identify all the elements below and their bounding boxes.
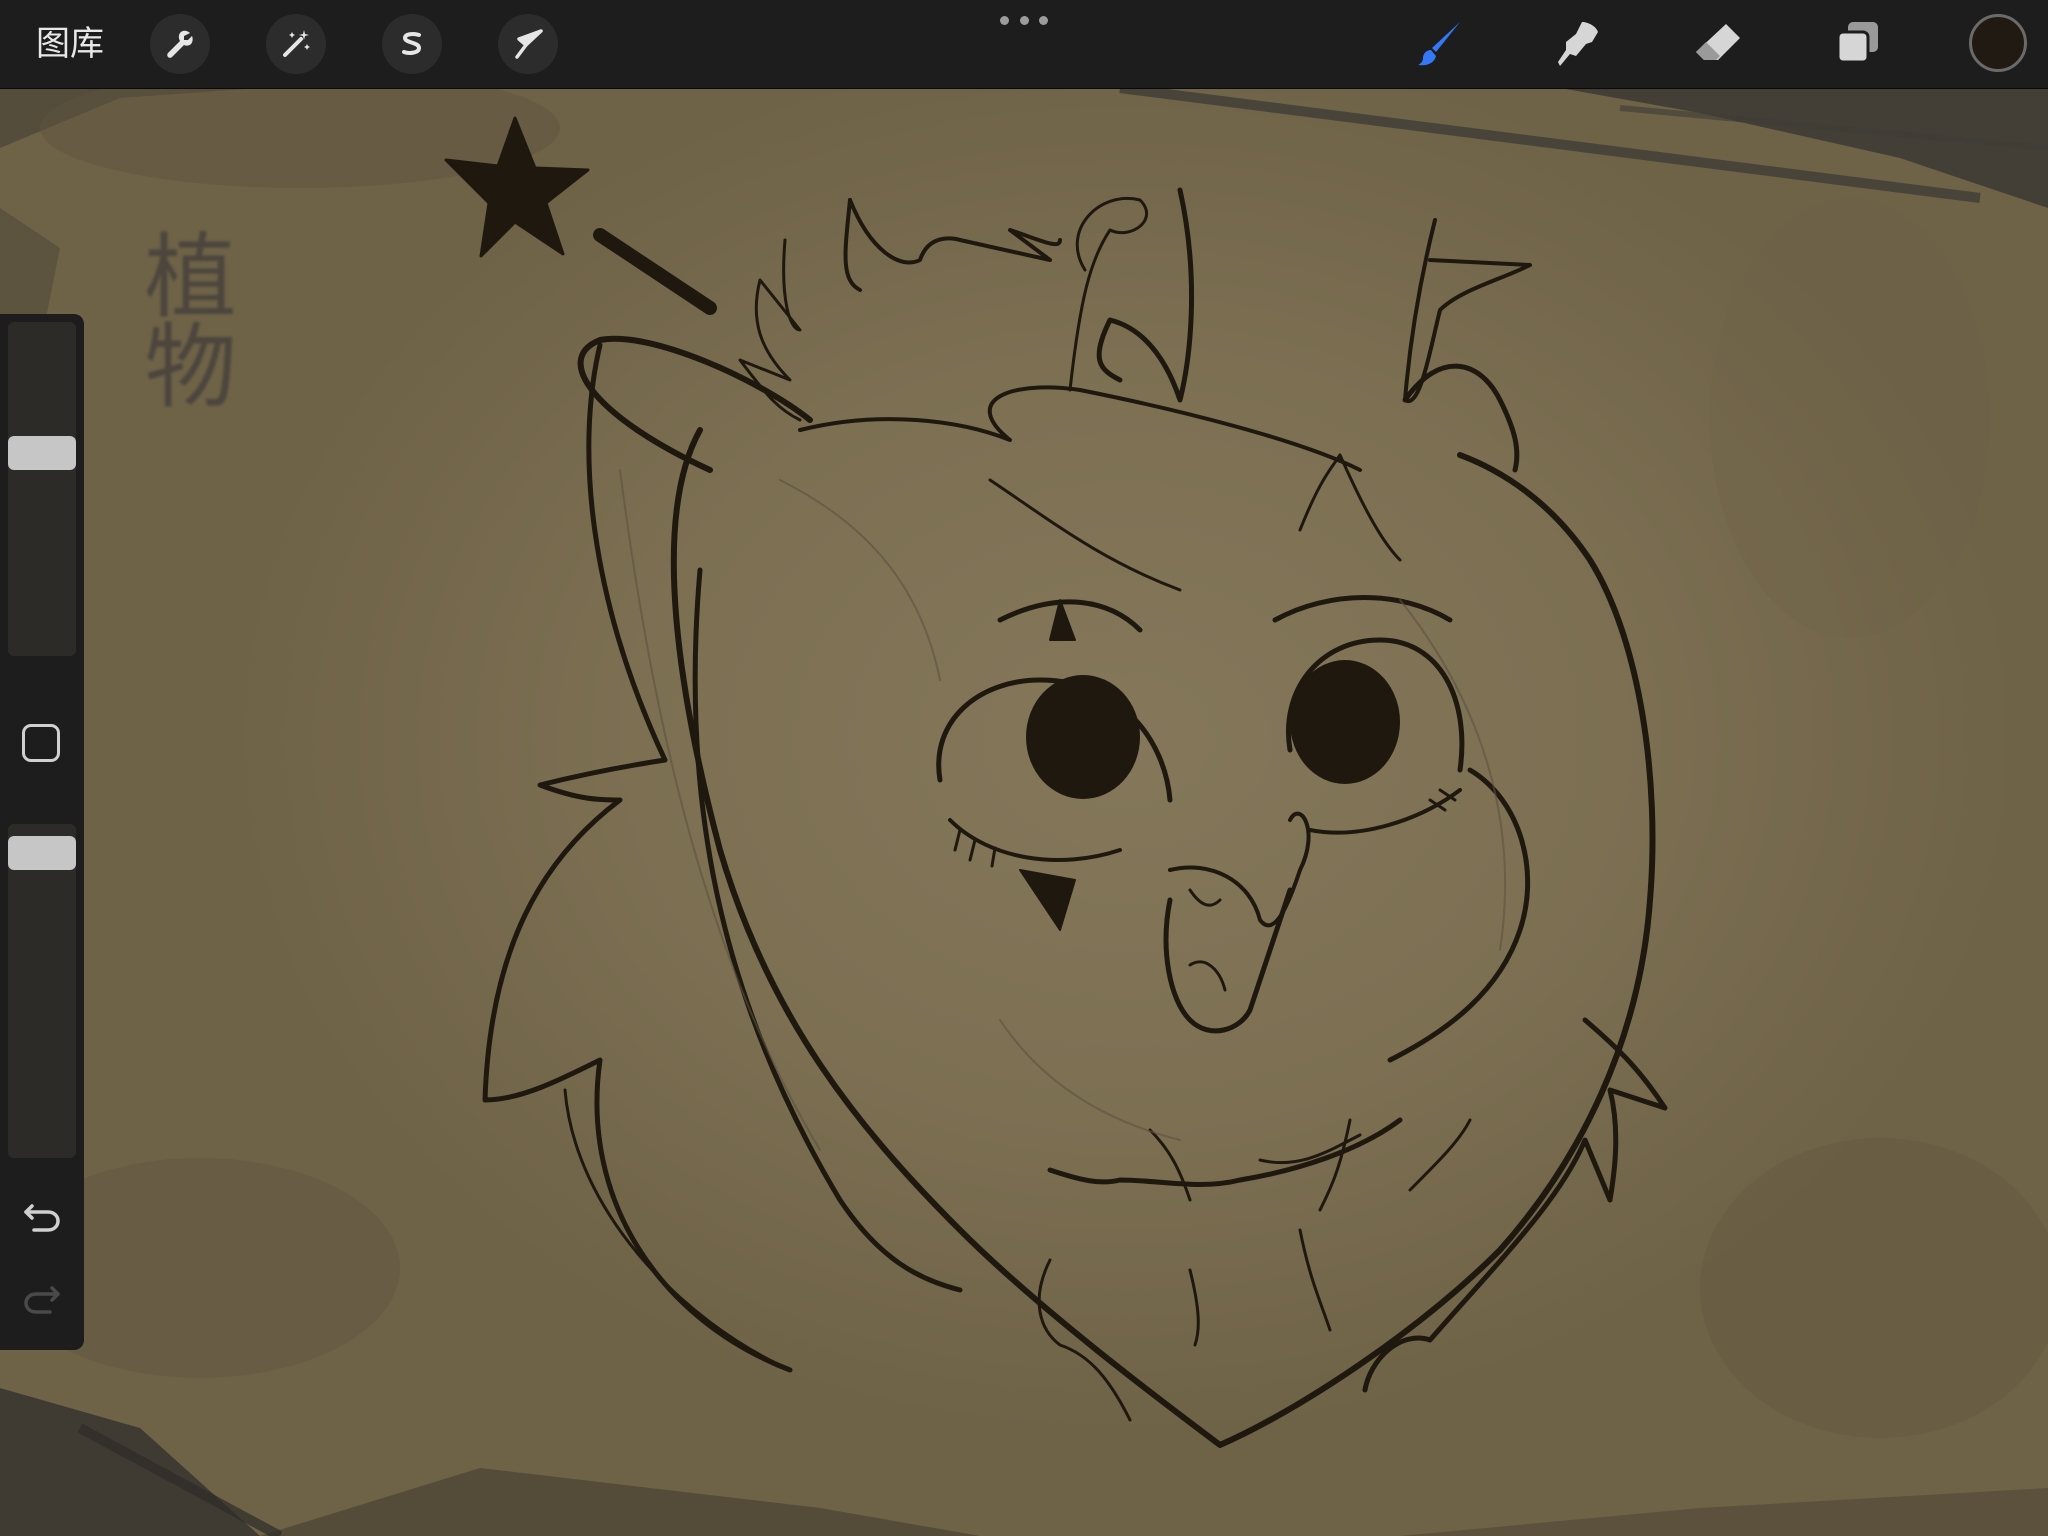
dot-icon (1000, 15, 1009, 25)
brush-tool-button[interactable] (1410, 14, 1470, 74)
eraser-icon (1696, 24, 1740, 60)
eraser-tool-button[interactable] (1688, 14, 1748, 74)
layers-icon (1836, 22, 1878, 64)
selection-button[interactable] (382, 14, 442, 74)
actions-wrench-button[interactable] (150, 14, 210, 74)
top-toolbar: 图库 (0, 0, 2048, 89)
brush-size-slider[interactable] (8, 322, 76, 656)
gallery-button[interactable]: 图库 (36, 20, 104, 68)
opacity-thumb[interactable] (8, 836, 76, 870)
transform-button[interactable] (498, 14, 558, 74)
smudge-icon (1558, 22, 1598, 66)
adjustments-button[interactable] (266, 14, 326, 74)
dot-icon (1039, 15, 1048, 25)
magic-wand-icon (283, 30, 310, 57)
artwork-sketch (444, 116, 1668, 1448)
smudge-tool-button[interactable] (1548, 14, 1608, 74)
undo-icon[interactable] (20, 1194, 64, 1238)
layers-button[interactable] (1828, 14, 1888, 74)
drawing-canvas[interactable]: 植物 (0, 88, 2048, 1536)
dot-icon (1019, 15, 1029, 25)
left-sidebar (0, 314, 84, 1350)
wrench-icon (167, 30, 193, 58)
redo-icon[interactable] (20, 1276, 64, 1320)
brush-icon (1418, 22, 1460, 66)
transform-arrow-icon (515, 29, 543, 59)
opacity-slider[interactable] (8, 824, 76, 1158)
modify-square-icon[interactable] (22, 724, 60, 762)
brush-size-thumb[interactable] (8, 436, 76, 470)
more-options-button[interactable] (1000, 12, 1048, 28)
color-picker-button[interactable] (1969, 14, 2027, 72)
selection-s-icon (402, 32, 422, 55)
